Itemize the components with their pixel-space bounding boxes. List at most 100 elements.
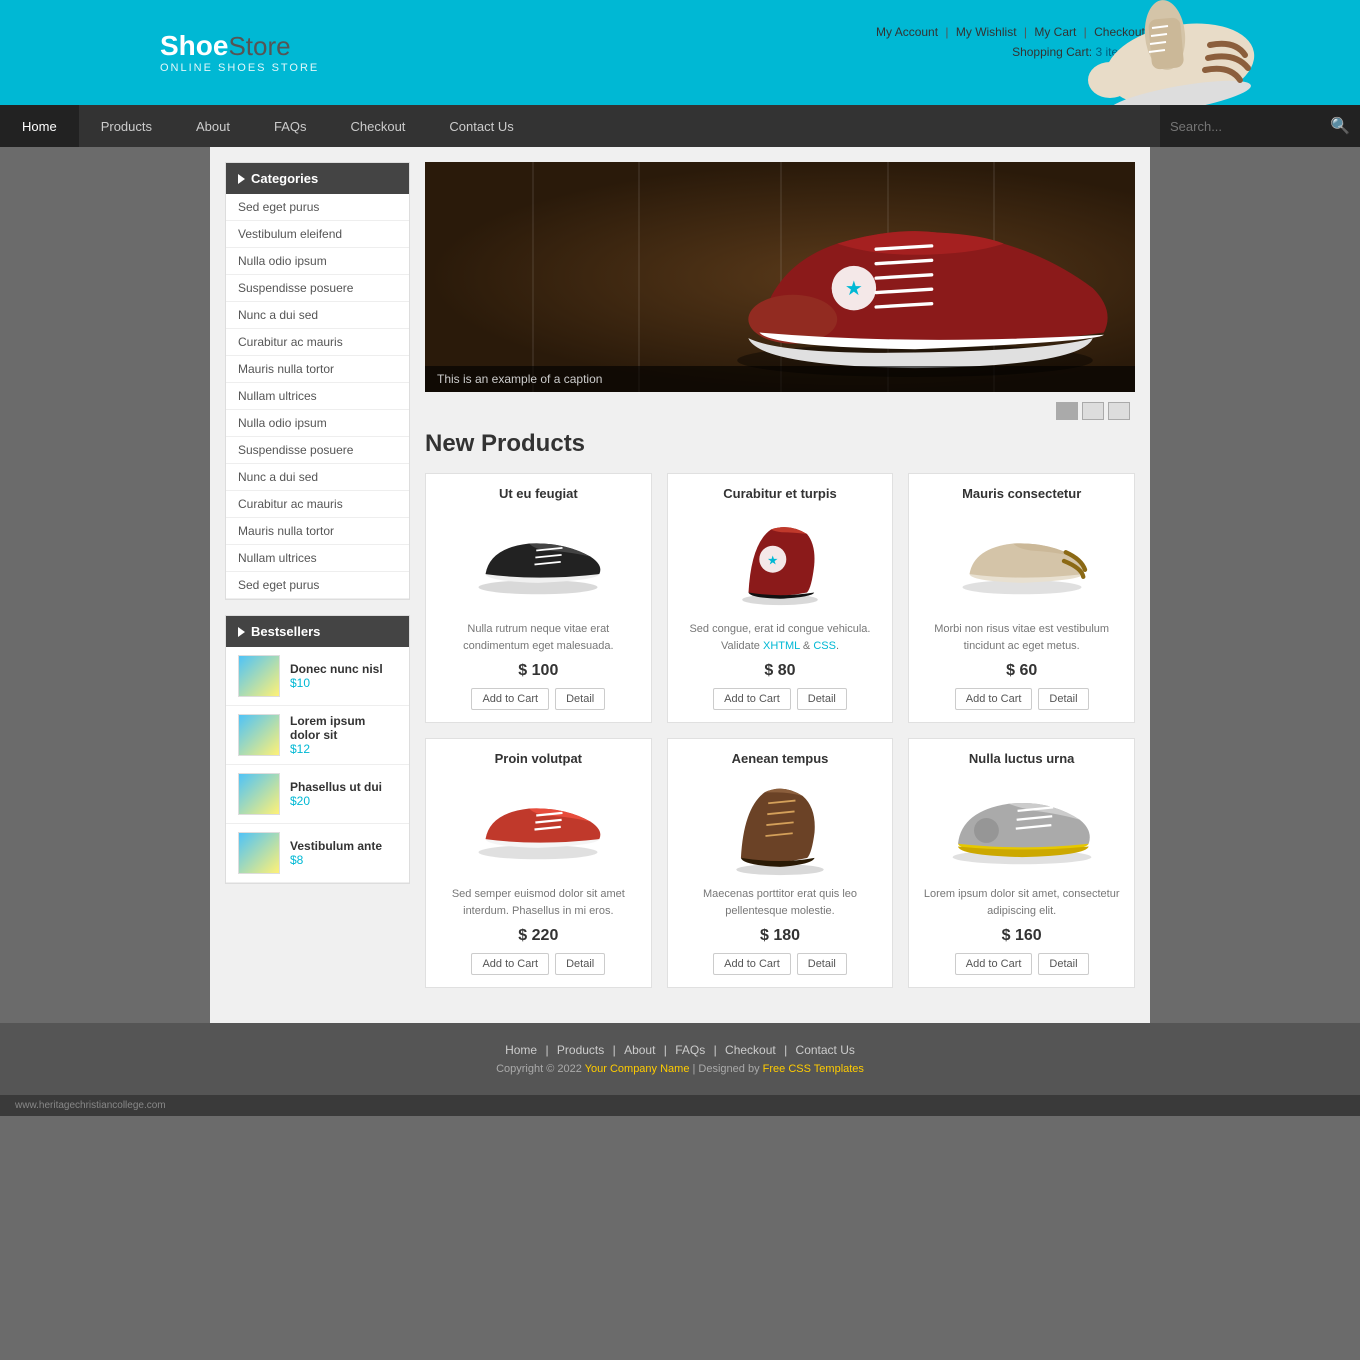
product-card: Aenean tempus Maecenas porttitor erat qu…	[667, 738, 894, 988]
detail-button[interactable]: Detail	[1038, 953, 1088, 975]
nav-products[interactable]: Products	[79, 105, 174, 147]
product-desc: Sed semper euismod dolor sit amet interd…	[438, 886, 639, 919]
footer-link[interactable]: FAQs	[675, 1043, 705, 1057]
slider-caption: This is an example of a caption	[425, 366, 1135, 392]
bestseller-item[interactable]: Vestibulum ante $8	[226, 824, 409, 883]
bestseller-price: $10	[290, 676, 383, 690]
product-image: ★	[680, 511, 881, 611]
product-price: $ 220	[438, 927, 639, 945]
product-card: Ut eu feugiat Nulla rutrum neque vitae e…	[425, 473, 652, 723]
product-price: $ 160	[921, 927, 1122, 945]
bestseller-item[interactable]: Donec nunc nisl $10	[226, 647, 409, 706]
product-desc: Maecenas porttitor erat quis leo pellent…	[680, 886, 881, 919]
detail-button[interactable]: Detail	[1038, 688, 1088, 710]
my-cart-link[interactable]: My Cart	[1034, 25, 1076, 39]
nav-home[interactable]: Home	[0, 105, 79, 147]
category-item[interactable]: Curabitur ac mauris	[226, 329, 409, 356]
categories-arrow	[238, 174, 245, 184]
category-item[interactable]: Nullam ultrices	[226, 383, 409, 410]
product-actions: Add to Cart Detail	[921, 688, 1122, 710]
product-price: $ 60	[921, 662, 1122, 680]
product-card: Nulla luctus urna Lorem ipsum dolor sit …	[908, 738, 1135, 988]
main-nav: Home Products About FAQs Checkout Contac…	[0, 105, 1360, 147]
product-actions: Add to Cart Detail	[438, 953, 639, 975]
category-item[interactable]: Nullam ultrices	[226, 545, 409, 572]
slider-dot-3[interactable]	[1108, 402, 1130, 420]
category-item[interactable]: Mauris nulla tortor	[226, 356, 409, 383]
main-content: Categories Sed eget purusVestibulum elei…	[210, 147, 1150, 1023]
bestseller-thumb	[238, 773, 280, 815]
company-name-link[interactable]: Your Company Name	[585, 1063, 690, 1075]
product-desc: Morbi non risus vitae est vestibulum tin…	[921, 621, 1122, 654]
product-price: $ 80	[680, 662, 881, 680]
slider-dot-2[interactable]	[1082, 402, 1104, 420]
hero-slider: ★ This is an example of a caption	[425, 162, 1135, 392]
category-item[interactable]: Curabitur ac mauris	[226, 491, 409, 518]
search-icon[interactable]: 🔍	[1330, 116, 1350, 136]
bestseller-name: Vestibulum ante	[290, 839, 382, 853]
my-wishlist-link[interactable]: My Wishlist	[956, 25, 1017, 39]
detail-button[interactable]: Detail	[797, 953, 847, 975]
nav-checkout[interactable]: Checkout	[329, 105, 428, 147]
category-item[interactable]: Sed eget purus	[226, 194, 409, 221]
bestseller-item[interactable]: Lorem ipsum dolor sit $12	[226, 706, 409, 765]
product-price: $ 100	[438, 662, 639, 680]
footer-link[interactable]: About	[624, 1043, 655, 1057]
category-item[interactable]: Suspendisse posuere	[226, 275, 409, 302]
product-card: Proin volutpat Sed semper euismod dolor …	[425, 738, 652, 988]
bestseller-thumb	[238, 714, 280, 756]
category-item[interactable]: Nunc a dui sed	[226, 464, 409, 491]
add-to-cart-button[interactable]: Add to Cart	[713, 953, 791, 975]
logo-bold: Shoe	[160, 30, 228, 61]
categories-list: Sed eget purusVestibulum eleifendNulla o…	[226, 194, 409, 599]
bestseller-item[interactable]: Phasellus ut dui $20	[226, 765, 409, 824]
css-link[interactable]: CSS	[813, 640, 836, 652]
product-card: Mauris consectetur Morbi non risus vitae…	[908, 473, 1135, 723]
categories-label: Categories	[251, 171, 318, 186]
categories-title: Categories	[226, 163, 409, 194]
site-logo[interactable]: ShoeStore	[160, 30, 319, 62]
detail-button[interactable]: Detail	[555, 688, 605, 710]
nav-contact[interactable]: Contact Us	[427, 105, 535, 147]
product-actions: Add to Cart Detail	[680, 953, 881, 975]
product-name: Ut eu feugiat	[438, 486, 639, 501]
product-name: Proin volutpat	[438, 751, 639, 766]
category-item[interactable]: Sed eget purus	[226, 572, 409, 599]
add-to-cart-button[interactable]: Add to Cart	[955, 953, 1033, 975]
category-item[interactable]: Vestibulum eleifend	[226, 221, 409, 248]
categories-section: Categories Sed eget purusVestibulum elei…	[225, 162, 410, 600]
logo-tagline: Online Shoes Store	[160, 62, 319, 74]
slider-dot-1[interactable]	[1056, 402, 1078, 420]
product-desc: Sed congue, erat id congue vehicula. Val…	[680, 621, 881, 654]
footer-link[interactable]: Home	[505, 1043, 537, 1057]
category-item[interactable]: Nunc a dui sed	[226, 302, 409, 329]
search-input[interactable]	[1170, 119, 1330, 134]
footer-links: Home | Products | About | FAQs | Checkou…	[0, 1043, 1360, 1057]
detail-button[interactable]: Detail	[797, 688, 847, 710]
bestsellers-title: Bestsellers	[226, 616, 409, 647]
designer-link[interactable]: Free CSS Templates	[763, 1063, 864, 1075]
category-item[interactable]: Nulla odio ipsum	[226, 410, 409, 437]
nav-about[interactable]: About	[174, 105, 252, 147]
add-to-cart-button[interactable]: Add to Cart	[713, 688, 791, 710]
category-item[interactable]: Nulla odio ipsum	[226, 248, 409, 275]
footer-link[interactable]: Contact Us	[796, 1043, 855, 1057]
bestseller-name: Donec nunc nisl	[290, 662, 383, 676]
add-to-cart-button[interactable]: Add to Cart	[955, 688, 1033, 710]
add-to-cart-button[interactable]: Add to Cart	[471, 953, 549, 975]
footer-link[interactable]: Products	[557, 1043, 604, 1057]
my-account-link[interactable]: My Account	[876, 25, 938, 39]
detail-button[interactable]: Detail	[555, 953, 605, 975]
product-price: $ 180	[680, 927, 881, 945]
add-to-cart-button[interactable]: Add to Cart	[471, 688, 549, 710]
nav-faqs[interactable]: FAQs	[252, 105, 329, 147]
footer-link[interactable]: Checkout	[725, 1043, 776, 1057]
category-item[interactable]: Mauris nulla tortor	[226, 518, 409, 545]
category-item[interactable]: Suspendisse posuere	[226, 437, 409, 464]
xhtml-link[interactable]: XHTML	[763, 640, 800, 652]
product-desc: Lorem ipsum dolor sit amet, consectetur …	[921, 886, 1122, 919]
product-name: Nulla luctus urna	[921, 751, 1122, 766]
bestsellers-label: Bestsellers	[251, 624, 320, 639]
logo-light: Store	[228, 31, 290, 61]
footer-bottom-bar: www.heritagechristiancollege.com	[0, 1095, 1360, 1116]
